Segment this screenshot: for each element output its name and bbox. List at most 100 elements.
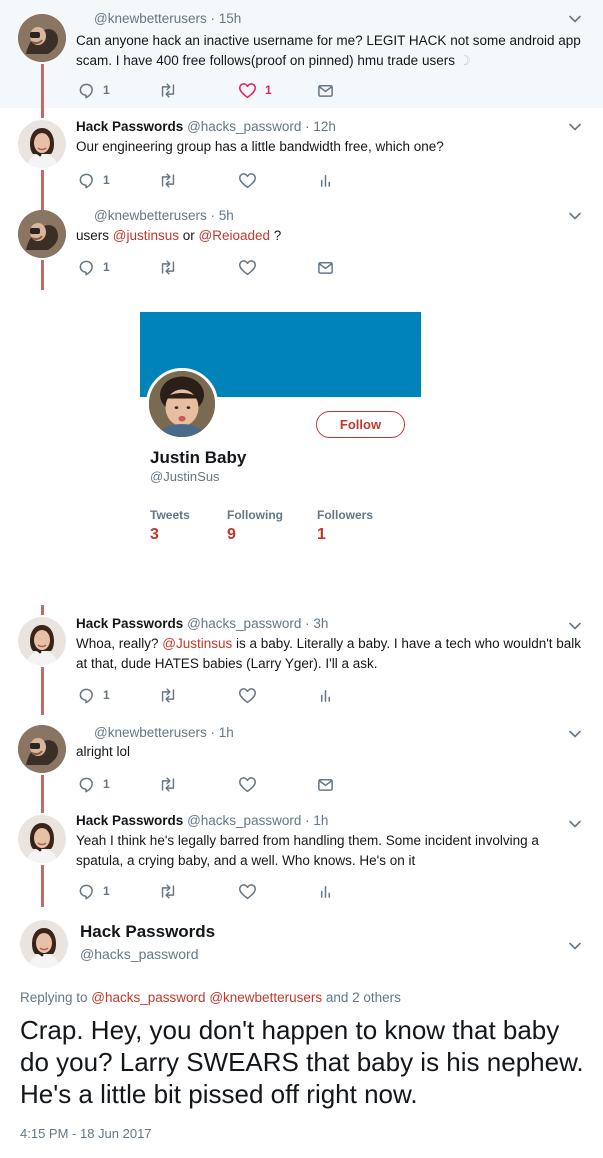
reply-button[interactable]: 1: [78, 81, 110, 99]
dm-button[interactable]: [317, 258, 334, 276]
analytics-button[interactable]: [317, 171, 334, 189]
avatar[interactable]: [18, 617, 66, 665]
like-button[interactable]: 1: [238, 81, 272, 99]
avatar[interactable]: [18, 210, 66, 258]
tweet-time[interactable]: 5h: [219, 208, 234, 223]
retweet-icon: [158, 883, 178, 900]
stat-value: 3: [150, 526, 159, 543]
reply-count: 1: [103, 83, 110, 97]
chevron-down-icon[interactable]: [568, 209, 582, 223]
tweet[interactable]: @knewbetterusers · 1h alright lol 1: [0, 715, 603, 805]
stat-label: Following: [227, 508, 283, 522]
analytics-button[interactable]: [317, 882, 334, 900]
profile-avatar[interactable]: [146, 368, 218, 440]
thread-line: [41, 170, 44, 200]
profile-handle[interactable]: @JustinSus: [150, 469, 220, 484]
analytics-icon: [317, 687, 334, 704]
tweet[interactable]: @knewbetterusers · 15h Can anyone hack a…: [0, 0, 603, 108]
dm-button[interactable]: [317, 81, 334, 99]
dm-icon: [317, 776, 334, 793]
reply-button[interactable]: 1: [78, 775, 110, 793]
thread-line: [41, 200, 44, 210]
retweet-icon: [158, 776, 178, 793]
chevron-down-icon[interactable]: [568, 12, 582, 26]
tweet-handle[interactable]: @hacks_password: [187, 813, 301, 828]
tweet-handle[interactable]: @hacks_password: [187, 119, 301, 134]
stat-tweets[interactable]: Tweets 3: [150, 508, 190, 544]
dm-button[interactable]: [317, 775, 334, 793]
dm-icon: [317, 259, 334, 276]
thread-line: [41, 775, 44, 805]
avatar[interactable]: [18, 14, 66, 62]
tweet-time[interactable]: 3h: [313, 616, 328, 631]
like-button[interactable]: [238, 775, 257, 793]
tweet-author[interactable]: Hack Passwords: [76, 616, 183, 631]
retweet-button[interactable]: [158, 171, 178, 189]
main-author[interactable]: Hack Passwords: [80, 922, 215, 942]
retweet-button[interactable]: [158, 258, 178, 276]
tweet-handle[interactable]: @knewbetterusers: [94, 725, 207, 740]
chevron-down-icon[interactable]: [568, 120, 582, 134]
tweet-author[interactable]: Hack Passwords: [76, 119, 183, 134]
stat-label: Tweets: [150, 508, 190, 522]
tweet-time[interactable]: 15h: [219, 11, 242, 26]
tweet[interactable]: Hack Passwords @hacks_password · 12h Our…: [0, 108, 603, 200]
stat-following[interactable]: Following 9: [227, 508, 283, 544]
text-segment[interactable]: and 2 others: [322, 990, 401, 1005]
main-tweet-text: Crap. Hey, you don't happen to know that…: [20, 1015, 584, 1109]
tweet-handle[interactable]: @knewbetterusers: [94, 11, 207, 26]
chevron-down-icon[interactable]: [568, 619, 582, 633]
tweet[interactable]: @knewbetterusers · 5h users @justinsus o…: [0, 200, 603, 292]
tweet-time[interactable]: 1h: [313, 813, 328, 828]
reply-button[interactable]: 1: [78, 686, 110, 704]
stat-followers[interactable]: Followers 1: [317, 508, 373, 544]
tweet-text: Yeah I think he's legally barred from ha…: [76, 833, 539, 868]
mention-link[interactable]: @Justinsus: [162, 636, 232, 651]
analytics-icon: [317, 172, 334, 189]
main-timestamp[interactable]: 4:15 PM - 18 Jun 2017: [20, 1126, 152, 1141]
avatar[interactable]: [18, 725, 66, 773]
tweet[interactable]: Hack Passwords @hacks_password · 3h Whoa…: [0, 605, 603, 715]
avatar[interactable]: [18, 815, 66, 863]
tweet-actions: 1 1: [78, 81, 378, 99]
retweet-button[interactable]: [158, 775, 178, 793]
mention-link[interactable]: @knewbetterusers: [209, 990, 322, 1005]
tweet-handle[interactable]: @hacks_password: [187, 616, 301, 631]
tweet-time[interactable]: 12h: [313, 119, 336, 134]
text-segment: Replying to: [20, 990, 92, 1005]
reply-button[interactable]: 1: [78, 258, 110, 276]
like-button[interactable]: [238, 171, 257, 189]
retweet-button[interactable]: [158, 882, 178, 900]
retweet-button[interactable]: [158, 686, 178, 704]
tweet-text-content: Can anyone hack an inactive username for…: [76, 33, 581, 68]
tweet-header: Hack Passwords @hacks_password · 1h: [76, 813, 329, 828]
main-handle[interactable]: @hacks_password: [80, 946, 199, 962]
tweet-time[interactable]: 1h: [219, 725, 234, 740]
mention-link[interactable]: @justinsus: [113, 228, 179, 243]
chevron-down-icon[interactable]: [568, 727, 582, 741]
profile-card[interactable]: Follow Justin Baby @JustinSus Tweets 3 F…: [140, 312, 421, 547]
thread-line: [41, 605, 44, 615]
profile-name[interactable]: Justin Baby: [150, 448, 246, 468]
like-button[interactable]: [238, 882, 257, 900]
retweet-button[interactable]: [158, 81, 178, 99]
mention-link[interactable]: @Reioaded: [199, 228, 271, 243]
mention-link[interactable]: @hacks_password: [91, 990, 205, 1005]
like-icon: [238, 883, 257, 900]
tweet-actions: 1: [78, 686, 378, 704]
reply-button[interactable]: 1: [78, 882, 110, 900]
tweet-handle[interactable]: @knewbetterusers: [94, 208, 207, 223]
tweet-header: Hack Passwords @hacks_password · 12h: [76, 119, 336, 134]
tweet-header: Hack Passwords @hacks_password · 3h: [76, 616, 329, 631]
avatar[interactable]: [18, 120, 66, 168]
main-avatar[interactable]: [20, 920, 68, 968]
like-button[interactable]: [238, 258, 257, 276]
chevron-down-icon[interactable]: [568, 817, 582, 831]
tweet[interactable]: Hack Passwords @hacks_password · 1h Yeah…: [0, 805, 603, 910]
like-button[interactable]: [238, 686, 257, 704]
reply-button[interactable]: 1: [78, 171, 110, 189]
analytics-button[interactable]: [317, 686, 334, 704]
chevron-down-icon[interactable]: [568, 939, 582, 953]
follow-button[interactable]: Follow: [316, 411, 405, 438]
tweet-author[interactable]: Hack Passwords: [76, 813, 183, 828]
